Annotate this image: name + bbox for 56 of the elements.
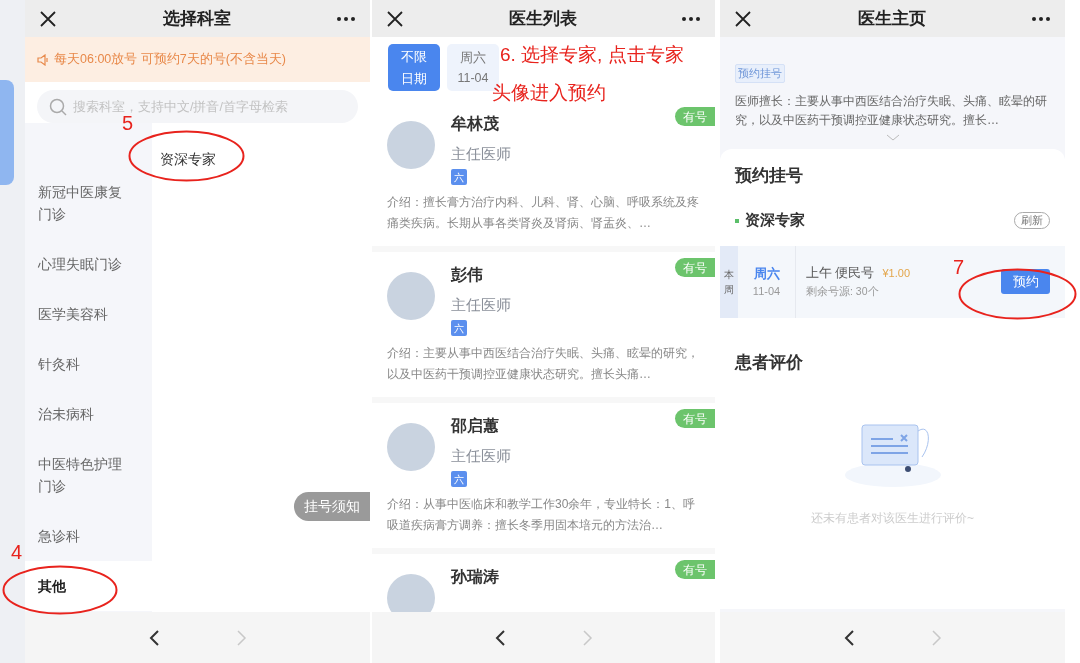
more-icon[interactable] [1031,15,1051,22]
schedule-tag: 六 [451,471,467,487]
back-icon[interactable] [147,628,160,647]
doctor-intro: 介绍：从事中医临床和教学工作30余年，专业特长：1、呼吸道疾病膏方调养：擅长冬季用固本培元的方法治… [387,496,697,534]
more-icon[interactable] [681,15,701,22]
screen-title: 医生列表 [508,7,577,30]
section-heading: 预约挂号 [735,165,803,185]
department-item[interactable]: 针灸科 [25,339,152,389]
step-number: 4 [11,541,23,563]
week-label: 本周 [720,245,738,318]
instruction-caption: 6. 选择专家, 点击专家 [500,43,684,67]
availability-badge: 有号 [675,560,715,579]
schedule-tag: 六 [451,320,467,336]
screen-title: 医生主页 [857,7,926,30]
speaker-icon [37,53,50,66]
doctor-intro: 介绍：擅长膏方治疗内科、儿科、肾、心脑、呼吸系统及疼痛类疾病。长期从事各类肾炎及肾病、肾盂炎、… [387,194,699,232]
department-item[interactable]: 医学美容科 [25,289,152,339]
more-icon[interactable] [336,15,356,22]
notice-text: 每天06:00放号 可预约7天的号(不含当天) [54,51,287,69]
service-tag: 预约挂号 [735,64,785,83]
doctor-name: 孙瑞涛 [451,567,500,587]
category-label: 资深专家 [745,211,805,230]
book-button[interactable]: 预约 [1001,269,1050,295]
availability-badge: 有号 [675,409,715,428]
expertise-text: 医师擅长：主要从事中西医结合治疗失眠、头痛、眩晕的研究，以及中医药干预调控亚健康状态研究。擅长… [735,92,1048,129]
doctor-title: 主任医师 [451,446,512,466]
close-icon[interactable] [734,9,752,28]
availability-badge: 有号 [675,258,715,277]
department-item[interactable]: 其他 [25,561,152,611]
doctor-intro: 介绍：主要从事中西医结合治疗失眠、头痛、眩晕的研究，以及中医药干预调控亚健康状态研究。擅长头痛… [387,345,699,383]
price: ¥1.00 [882,265,910,281]
section-heading: 患者评价 [735,352,803,372]
schedule-tag: 六 [451,169,467,185]
step-number: 7 [953,256,965,278]
department-item[interactable]: 新冠中医康复门诊 [25,167,152,239]
doctor-title: 主任医师 [451,295,512,315]
availability-badge: 有号 [675,107,715,126]
date-filter-tab[interactable]: 不限日期 [388,44,440,91]
department-item[interactable]: 治未病科 [25,389,152,439]
screen-title: 选择科室 [162,7,231,30]
remaining-slots: 剩余号源: 30个 [806,284,1001,300]
back-icon[interactable] [842,628,855,647]
doctor-name: 邵启蕙 [451,416,500,436]
session-type: 上午 便民号 [806,264,875,282]
close-icon[interactable] [39,9,57,28]
department-item[interactable]: 中医特色护理门诊 [25,439,152,511]
search-icon [49,98,67,116]
doctor-title: 主任医师 [451,144,512,164]
schedule-date: 11-04 [752,284,781,300]
doctor-name: 彭伟 [451,265,484,285]
doctor-name: 牟林茂 [451,114,500,134]
schedule-day: 周六 [753,263,780,284]
close-icon[interactable] [386,9,404,28]
department-item[interactable]: 心理失眠门诊 [25,239,152,289]
department-item[interactable]: 急诊科 [25,511,152,561]
back-icon[interactable] [493,628,506,647]
